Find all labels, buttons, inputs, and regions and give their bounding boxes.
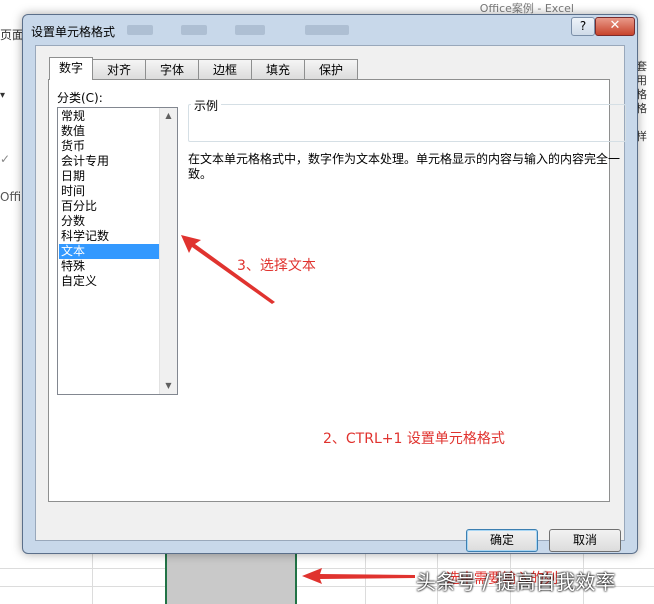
tab-number[interactable]: 数字 [49, 57, 93, 80]
ribbon-format-table-fragment[interactable]: 套用 格格 样 [636, 60, 654, 150]
category-item-special[interactable]: 特殊 [59, 259, 160, 274]
category-label: 分类(C): [57, 91, 103, 105]
dialog-titlebar[interactable]: 设置单元格格式 ? ✕ [23, 15, 637, 45]
category-item-text[interactable]: 文本 [59, 244, 160, 259]
category-item-number[interactable]: 数值 [59, 124, 160, 139]
close-button[interactable]: ✕ [595, 17, 635, 36]
category-item-accounting[interactable]: 会计专用 [59, 154, 160, 169]
category-item-percentage[interactable]: 百分比 [59, 199, 160, 214]
blurred-titlebar-text [305, 25, 349, 35]
dropdown-arrow-icon: ▾ [0, 90, 6, 101]
ok-button[interactable]: 确定 [466, 529, 538, 552]
category-listbox[interactable]: 常规 数值 货币 会计专用 日期 时间 百分比 分数 科学记数 文本 特殊 自定… [57, 107, 178, 395]
ribbon-page-tab-fragment[interactable]: 页面 [0, 26, 24, 43]
annotation-step2: 2、CTRL+1 设置单元格格式 [323, 431, 505, 447]
blurred-titlebar-text [181, 25, 207, 35]
category-item-time[interactable]: 时间 [59, 184, 160, 199]
excel-window-title: Office案例 - Excel [479, 2, 574, 15]
cancel-button[interactable]: 取消 [549, 529, 621, 552]
category-item-scientific[interactable]: 科学记数 [59, 229, 160, 244]
format-description: 在文本单元格格式中，数字作为文本处理。单元格显示的内容与输入的内容完全一致。 [188, 152, 621, 181]
category-item-currency[interactable]: 货币 [59, 139, 160, 154]
selected-column[interactable] [165, 548, 297, 604]
scroll-down-icon[interactable]: ▼ [160, 378, 177, 394]
blurred-titlebar-text [127, 25, 153, 35]
tab-fill[interactable]: 填充 [251, 59, 305, 79]
blurred-titlebar-text [235, 25, 265, 35]
dialog-title: 设置单元格格式 [31, 25, 116, 39]
annotation-step3: 3、选择文本 [237, 258, 316, 274]
watermark: 头条号 / 提高自我效率 [416, 570, 616, 594]
sample-box [188, 104, 626, 142]
number-tab-panel: 分类(C): 常规 数值 货币 会计专用 日期 时间 百分比 分数 科学记数 文… [48, 79, 626, 502]
ribbon-fragment-line-3: 样 [636, 130, 647, 143]
category-item-fraction[interactable]: 分数 [59, 214, 160, 229]
tab-protection[interactable]: 保护 [304, 59, 358, 79]
category-scrollbar[interactable]: ▲ ▼ [159, 108, 177, 394]
sample-label: 示例 [191, 97, 222, 114]
tab-border[interactable]: 边框 [198, 59, 252, 79]
cell-text-fragment: Offi [0, 190, 22, 204]
scroll-up-icon[interactable]: ▲ [160, 108, 177, 124]
category-item-general[interactable]: 常规 [59, 109, 160, 124]
dialog-body: 数字 对齐 字体 边框 填充 保护 分类(C): 常规 数值 货币 会计专用 日… [35, 45, 626, 552]
annotation-arrow-bottom [302, 568, 415, 584]
category-item-date[interactable]: 日期 [59, 169, 160, 184]
help-button[interactable]: ? [571, 17, 595, 36]
format-cells-dialog: 设置单元格格式 ? ✕ 数字 对齐 字体 边框 填充 保护 分类(C): 常规 … [22, 14, 638, 554]
ribbon-fragment-line-2: 格格 [636, 88, 647, 115]
ribbon-fragment-line-1: 套用 [636, 60, 647, 87]
tab-alignment[interactable]: 对齐 [92, 59, 146, 79]
tab-font[interactable]: 字体 [145, 59, 199, 79]
check-icon: ✓ [0, 152, 11, 166]
category-item-custom[interactable]: 自定义 [59, 274, 160, 289]
